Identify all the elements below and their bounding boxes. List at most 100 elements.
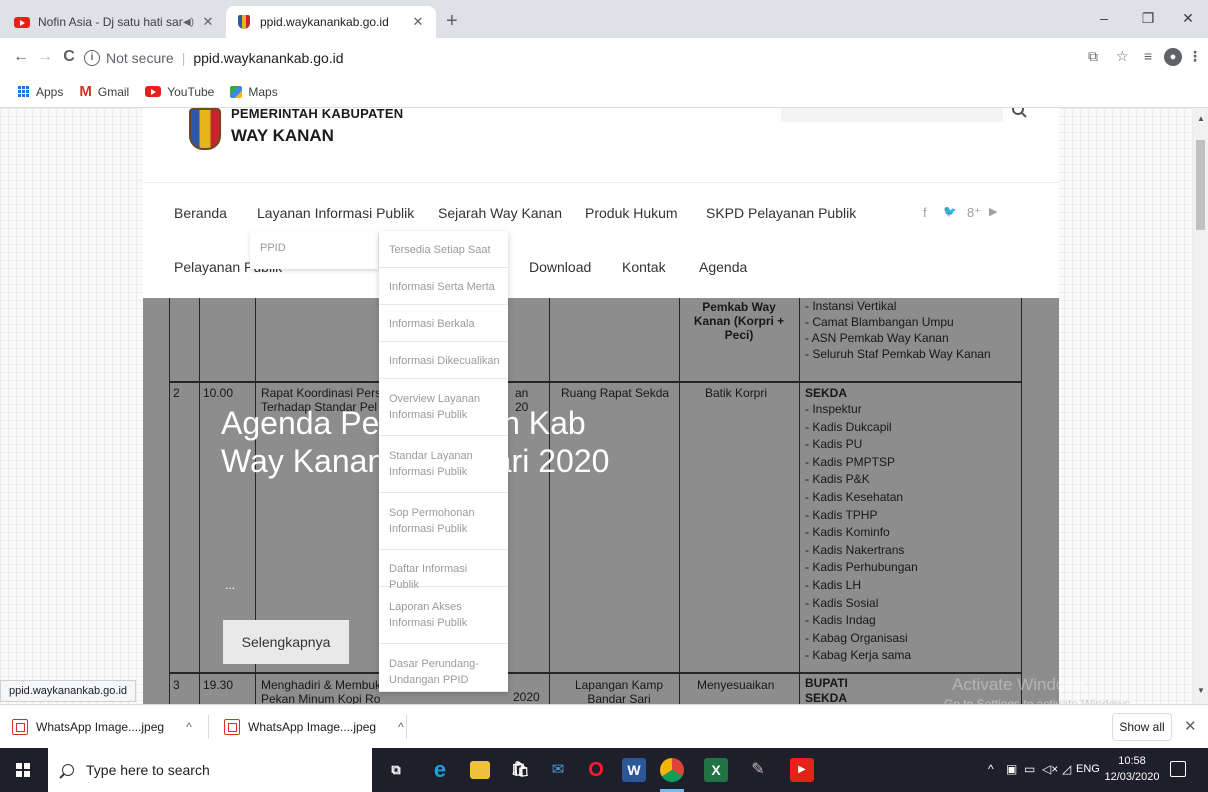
tab-nofin-asia[interactable]: Nofin Asia - Dj satu hati sam ◀) ✕ <box>4 6 226 38</box>
page-viewport[interactable]: PEMERINTAH KABUPATEN WAY KANAN Beranda L… <box>0 108 1193 704</box>
profile-icon[interactable]: ● <box>1164 48 1182 66</box>
youtube-icon <box>14 14 30 30</box>
scrollbar-thumb[interactable] <box>1196 140 1205 230</box>
chrome-icon[interactable] <box>660 758 684 782</box>
submenu-item[interactable]: Informasi Dikecualikan <box>379 342 508 379</box>
youtube-app-icon[interactable]: ▶ <box>790 758 814 782</box>
submenu-item[interactable]: Overview Layanan Informasi Publik <box>379 379 508 436</box>
address-bar[interactable]: i Not secure | ppid.waykanankab.go.id <box>84 44 1084 72</box>
nav-sejarah-way-kanan[interactable]: Sejarah Way Kanan <box>438 205 562 221</box>
translate-icon[interactable]: ⧉ <box>1088 48 1098 66</box>
gmail-icon: M <box>79 83 92 100</box>
word-icon[interactable]: W <box>622 758 646 782</box>
bookmark-apps[interactable]: Apps <box>18 85 63 99</box>
notification-icon[interactable] <box>1170 761 1186 777</box>
battery-icon[interactable]: ▭ <box>1024 762 1035 776</box>
nav-download[interactable]: Download <box>529 259 591 275</box>
site-search-input[interactable] <box>781 108 1003 122</box>
submenu-item[interactable]: Tersedia Setiap Saat <box>379 231 508 268</box>
wifi-icon[interactable]: ◿ <box>1062 762 1071 776</box>
youtube-social-icon[interactable]: ▶ <box>989 205 997 218</box>
task-view-icon[interactable]: ⧉ <box>384 758 408 782</box>
downloads-bar: WhatsApp Image....jpeg ^ WhatsApp Image.… <box>0 704 1208 748</box>
tab-strip: Nofin Asia - Dj satu hati sam ◀) ✕ ppid.… <box>0 0 1208 38</box>
way-kanan-emblem-icon[interactable] <box>189 108 221 150</box>
close-window-button[interactable]: ✕ <box>1170 6 1206 30</box>
tray-chevron-icon[interactable]: ^ <box>988 762 994 776</box>
download-item[interactable]: WhatsApp Image....jpeg ^ <box>224 711 404 743</box>
image-file-icon <box>12 719 28 735</box>
nav-agenda[interactable]: Agenda <box>699 259 747 275</box>
file-explorer-icon[interactable] <box>470 761 490 779</box>
excel-icon[interactable]: X <box>704 758 728 782</box>
search-icon[interactable] <box>1011 108 1027 122</box>
submenu-item[interactable]: Informasi Serta Merta <box>379 268 508 305</box>
facebook-icon[interactable]: f <box>923 205 927 220</box>
minimize-button[interactable]: – <box>1086 6 1122 30</box>
slide-ellipsis: ... <box>225 578 236 592</box>
windows-start-icon[interactable] <box>16 763 30 777</box>
reload-button[interactable]: C <box>58 46 80 68</box>
submenu-item[interactable]: Dasar Perundang-Undangan PPID <box>379 644 508 692</box>
system-clock[interactable]: 10:58 12/03/2020 <box>1104 753 1160 785</box>
dropdown-ppid-submenu: Tersedia Setiap Saat Informasi Serta Mer… <box>379 231 508 692</box>
page-scrollbar[interactable]: ▲ ▼ <box>1193 108 1208 704</box>
paint-icon[interactable]: ✎ <box>746 758 770 782</box>
new-tab-button[interactable]: + <box>446 10 458 33</box>
close-tab-icon[interactable]: ✕ <box>200 14 216 30</box>
tab-title: Nofin Asia - Dj satu hati sam <box>38 15 183 29</box>
scroll-up-arrow-icon[interactable]: ▲ <box>1197 114 1205 123</box>
forward-button[interactable]: → <box>34 46 56 68</box>
submenu-item[interactable]: Daftar Informasi Publik <box>379 550 508 591</box>
bookmark-gmail[interactable]: M Gmail <box>79 83 129 100</box>
chevron-up-icon[interactable]: ^ <box>398 720 404 734</box>
tab-title: ppid.waykanankab.go.id <box>260 15 389 29</box>
nav-kontak[interactable]: Kontak <box>622 259 666 275</box>
reading-list-icon[interactable]: ≡ <box>1144 48 1152 66</box>
mail-icon[interactable]: ✉ <box>546 758 570 782</box>
menu-icon[interactable]: ⋮ <box>1188 48 1202 66</box>
nav-beranda[interactable]: Beranda <box>174 205 227 221</box>
audio-icon[interactable]: ◀) <box>183 17 194 28</box>
store-icon[interactable]: 🛍 <box>508 758 532 782</box>
youtube-icon <box>145 86 162 97</box>
chevron-up-icon[interactable]: ^ <box>186 720 192 734</box>
language-indicator[interactable]: ENG <box>1076 763 1100 775</box>
show-all-button[interactable]: Show all <box>1112 713 1172 741</box>
info-icon[interactable]: i <box>84 50 100 66</box>
download-divider <box>406 715 407 739</box>
screen: Nofin Asia - Dj satu hati sam ◀) ✕ ppid.… <box>0 0 1208 792</box>
bookmark-star-icon[interactable]: ☆ <box>1116 48 1129 66</box>
google-plus-icon[interactable]: 8⁺ <box>967 205 981 221</box>
dropdown-item-ppid[interactable]: PPID <box>260 242 368 254</box>
back-button[interactable]: ← <box>10 46 32 68</box>
download-item[interactable]: WhatsApp Image....jpeg ^ <box>12 711 192 743</box>
dropdown-layanan: PPID <box>250 231 378 269</box>
download-filename: WhatsApp Image....jpeg <box>36 720 165 734</box>
nav-produk-hukum[interactable]: Produk Hukum <box>585 205 678 221</box>
url-text[interactable]: ppid.waykanankab.go.id <box>193 50 343 66</box>
nav-skpd-pelayanan-publik[interactable]: SKPD Pelayanan Publik <box>706 205 856 221</box>
submenu-item[interactable]: Informasi Berkala <box>379 305 508 342</box>
taskbar-search-input[interactable]: Type here to search <box>48 748 372 792</box>
close-downloads-icon[interactable]: ✕ <box>1184 717 1197 735</box>
nav-layanan-informasi-publik[interactable]: Layanan Informasi Publik <box>257 205 414 221</box>
volume-icon[interactable]: ◁× <box>1042 762 1058 776</box>
selengkapnya-button[interactable]: Selengkapnya <box>223 620 349 664</box>
submenu-item[interactable]: Standar Layanan Informasi Publik <box>379 436 508 493</box>
submenu-item[interactable]: Sop Permohonan Informasi Publik <box>379 493 508 550</box>
opera-icon[interactable]: O <box>584 758 608 782</box>
twitter-icon[interactable]: 🐦 <box>943 205 957 218</box>
close-tab-icon[interactable]: ✕ <box>410 14 426 30</box>
maximize-button[interactable]: ❐ <box>1130 6 1166 30</box>
bookmarks-bar: Apps M Gmail YouTube Maps <box>0 76 1208 108</box>
site-title-line1: PEMERINTAH KABUPATEN <box>231 108 404 121</box>
bookmark-maps[interactable]: Maps <box>230 85 278 99</box>
hero-slider[interactable]: Pemkab Way Kanan (Korpri + Peci) - Insta… <box>143 298 1059 704</box>
edge-icon[interactable]: e <box>428 758 452 782</box>
bookmark-youtube[interactable]: YouTube <box>145 85 214 99</box>
scroll-down-arrow-icon[interactable]: ▼ <box>1197 686 1205 695</box>
submenu-item[interactable]: Laporan Akses Informasi Publik <box>379 587 508 644</box>
tray-app-icon[interactable]: ▣ <box>1006 762 1017 776</box>
tab-ppid[interactable]: ppid.waykanankab.go.id ✕ <box>226 6 436 38</box>
